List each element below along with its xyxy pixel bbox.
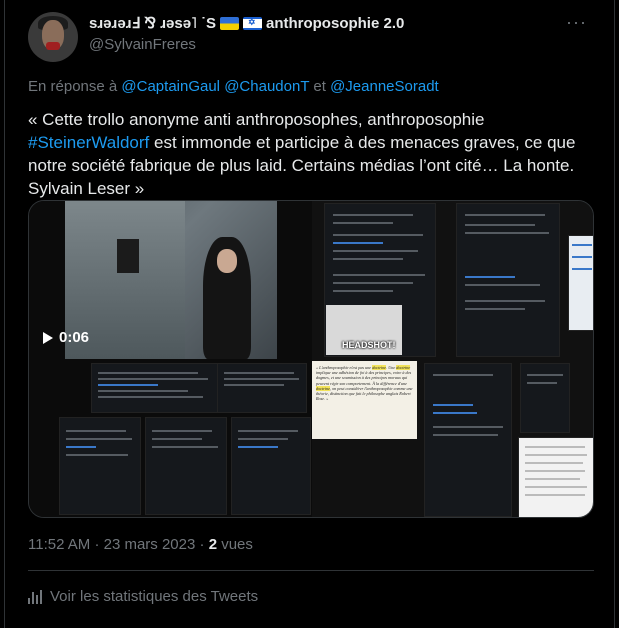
more-icon[interactable]: ··· bbox=[566, 12, 587, 33]
screenshot-thumb bbox=[518, 437, 593, 517]
screenshot-thumb bbox=[217, 363, 307, 413]
video-frame bbox=[65, 201, 277, 359]
tweet-date: 23 mars 2023 bbox=[103, 536, 196, 553]
tweet-text-part: « Cette trollo anonyme anti anthroposoph… bbox=[28, 110, 485, 129]
screenshot-collage: HEADSHOT! « L'anthroposophie n'est pas u… bbox=[312, 201, 593, 517]
video-screenshot-collage bbox=[29, 361, 312, 517]
reply-joiner: et bbox=[313, 78, 326, 95]
video-controls[interactable]: 0:06 bbox=[43, 329, 89, 346]
avatar-detail bbox=[46, 42, 60, 50]
media-video[interactable]: 0:06 HEADSHOT! « L'anthroposophie n'est … bbox=[28, 200, 594, 518]
headshot-label: HEADSHOT! bbox=[342, 340, 396, 350]
author-name-suffix: anthroposophie 2.0 bbox=[265, 14, 405, 32]
screenshot-thumb bbox=[59, 417, 141, 515]
video-person-face bbox=[217, 249, 237, 273]
video-player[interactable]: 0:06 bbox=[29, 201, 312, 517]
analytics-icon bbox=[28, 589, 42, 604]
mention-link[interactable]: @JeanneSoradt bbox=[330, 78, 439, 95]
author-handle[interactable]: @SylvainFreres bbox=[89, 36, 196, 53]
author-name-prefix: sɹǝɹǝɹℲ ⅋ ɹǝsǝ˥ ˙S bbox=[89, 15, 216, 32]
video-duration: 0:06 bbox=[59, 329, 90, 346]
screenshot-thumb bbox=[520, 363, 570, 433]
screenshot-thumb bbox=[456, 203, 560, 357]
view-tweet-analytics-link[interactable]: Voir les statistiques des Tweets bbox=[28, 588, 258, 605]
reply-context: En réponse à @CaptainGaul @ChaudonT et @… bbox=[28, 78, 439, 95]
screenshot-thumb bbox=[91, 363, 221, 413]
screenshot-thumb bbox=[424, 363, 512, 517]
screenshot-thumb bbox=[231, 417, 311, 515]
israel-flag-icon bbox=[242, 16, 262, 30]
mention-link[interactable]: @ChaudonT bbox=[224, 78, 309, 95]
views-label: vues bbox=[221, 536, 253, 553]
analytics-label: Voir les statistiques des Tweets bbox=[50, 588, 259, 605]
headshot-image: HEADSHOT! bbox=[326, 305, 402, 355]
divider bbox=[28, 570, 594, 571]
video-payphone bbox=[117, 239, 139, 273]
reply-prefix: En réponse à bbox=[28, 78, 118, 95]
tweet-time: 11:52 AM bbox=[28, 536, 91, 553]
screenshot-thumb bbox=[145, 417, 227, 515]
ukraine-flag-icon bbox=[219, 16, 239, 30]
hashtag-link[interactable]: #SteinerWaldorf bbox=[28, 133, 149, 152]
quote-excerpt-image: « L'anthroposophie n'est pas une doctrin… bbox=[312, 361, 417, 439]
avatar[interactable] bbox=[28, 12, 78, 62]
meta-separator: · bbox=[94, 536, 100, 553]
play-icon[interactable] bbox=[43, 331, 53, 344]
author-display-name[interactable]: sɹǝɹǝɹℲ ⅋ ɹǝsǝ˥ ˙S anthroposophie 2.0 bbox=[89, 14, 405, 33]
screenshot-thumb bbox=[568, 235, 593, 331]
meta-separator: · bbox=[199, 536, 205, 553]
views-count: 2 bbox=[208, 536, 218, 553]
tweet-text: « Cette trollo anonyme anti anthroposoph… bbox=[28, 108, 598, 200]
mention-link[interactable]: @CaptainGaul bbox=[121, 78, 220, 95]
tweet-timestamp[interactable]: 11:52 AM · 23 mars 2023 · 2 vues bbox=[28, 536, 253, 553]
